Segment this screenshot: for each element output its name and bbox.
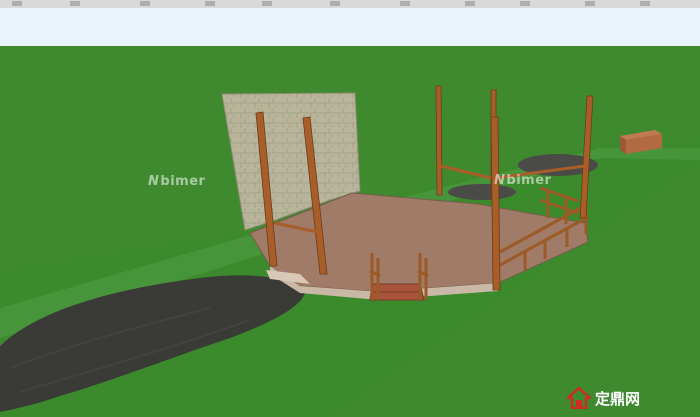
watermark: Nbimer [494,173,552,188]
logo-text: 定鼎网 [595,389,641,408]
toolbar-strip [0,0,700,8]
watermark: Nbimer [148,174,206,189]
sky [0,8,700,46]
viewport[interactable]: Nbimer Nbimer 定鼎网 [0,0,700,417]
site-logo: 定鼎网 [567,385,640,411]
house-logo-icon [567,387,591,409]
3d-model-scene[interactable] [0,8,700,417]
